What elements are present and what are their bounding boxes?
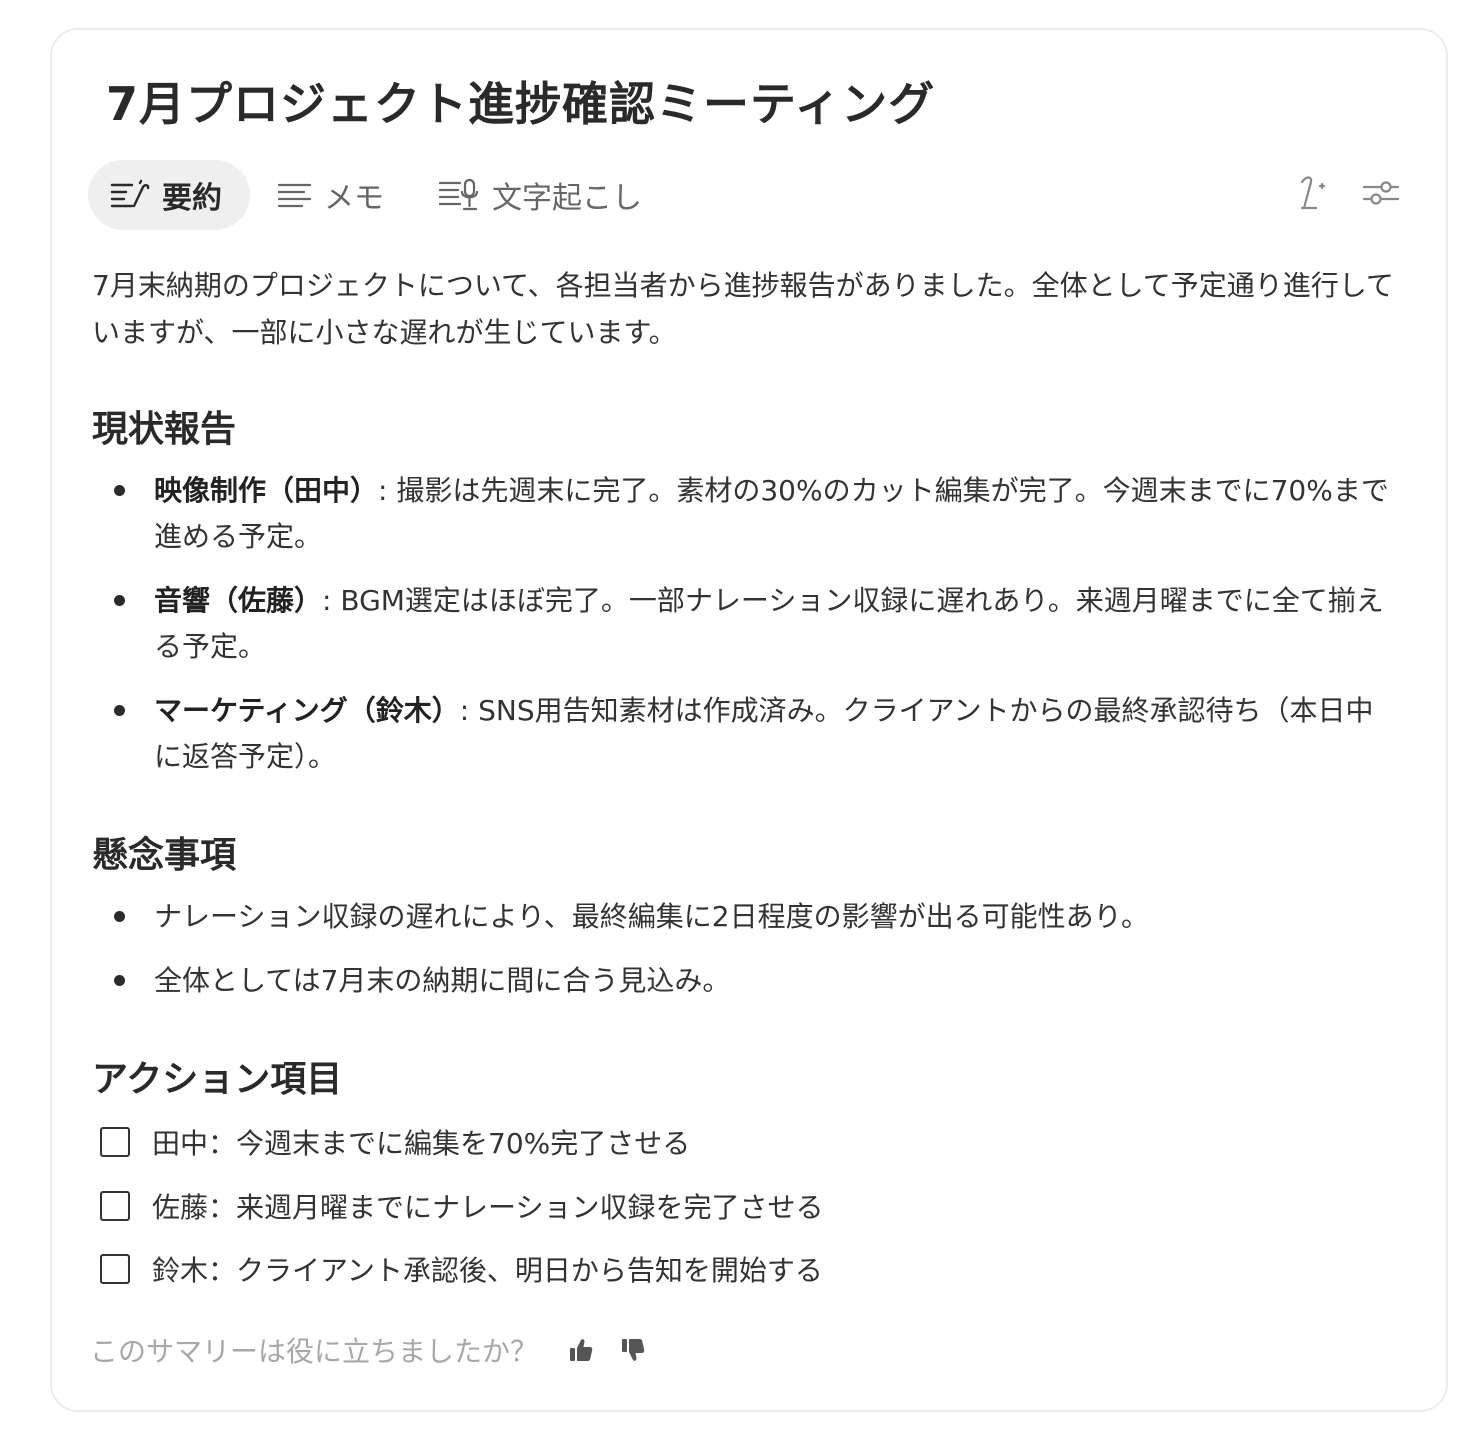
tab-memo-label: メモ xyxy=(324,181,384,216)
list-item: 映像制作（田中）: 撮影は先週末に完了。素材の30%のカット編集が完了。今週末ま… xyxy=(92,468,1392,560)
feedback-question: このサマリーは役に立ちましたか？ xyxy=(90,1335,539,1368)
list-item-text: : BGM選定はほぼ完了。一部ナレーション収録に遅れあり。来週月曜までに全て揃え… xyxy=(154,584,1384,663)
summary-card: 7月プロジェクト進捗確認ミーティング 要約 メモ 文字起こし 7月末納期のプロジ… xyxy=(50,28,1448,1412)
task-text: 鈴木：クライアント承認後、明日から告知を開始する xyxy=(152,1254,823,1287)
action-task: 佐藤：来週月曜までにナレーション収録を完了させる xyxy=(100,1186,823,1226)
lines-icon xyxy=(277,183,312,208)
list-item-label: 映像制作（田中） xyxy=(154,474,379,507)
status-list: 映像制作（田中）: 撮影は先週末に完了。素材の30%のカット編集が完了。今週末ま… xyxy=(92,468,1392,780)
transcript-mic-icon xyxy=(438,178,479,211)
page-title: 7月プロジェクト進捗確認ミーティング xyxy=(106,77,936,131)
tab-transcript[interactable]: 文字起こし xyxy=(416,160,670,230)
sliders-icon[interactable] xyxy=(1362,177,1400,209)
tab-memo[interactable]: メモ xyxy=(254,160,412,230)
list-item-label: 音響（佐藤） xyxy=(154,584,323,617)
concerns-list: ナレーション収録の遅れにより、最終編集に2日程度の影響が出る可能性あり。 全体と… xyxy=(92,894,1392,1004)
regenerate-pen-icon[interactable] xyxy=(1298,174,1332,212)
thumbs-down-icon[interactable] xyxy=(620,1337,646,1363)
action-task: 田中：今週末までに編集を70%完了させる xyxy=(100,1122,690,1162)
summary-pen-icon xyxy=(110,179,150,208)
section-heading-status: 現状報告 xyxy=(92,409,237,450)
action-task: 鈴木：クライアント承認後、明日から告知を開始する xyxy=(100,1249,823,1289)
tab-summary[interactable]: 要約 xyxy=(88,160,250,230)
thumbs-up-icon[interactable] xyxy=(568,1337,594,1363)
task-checkbox[interactable] xyxy=(100,1191,130,1221)
tab-summary-label: 要約 xyxy=(162,181,222,216)
list-item-label: マーケティング（鈴木） xyxy=(154,694,460,727)
feedback-bar: このサマリーは役に立ちましたか？ xyxy=(90,1330,646,1370)
list-item: 全体としては7月末の納期に間に合う見込み。 xyxy=(92,958,1392,1004)
section-heading-concerns: 懸念事項 xyxy=(92,835,237,876)
list-item: ナレーション収録の遅れにより、最終編集に2日程度の影響が出る可能性あり。 xyxy=(92,894,1392,940)
task-text: 田中：今週末までに編集を70%完了させる xyxy=(152,1127,691,1160)
task-checkbox[interactable] xyxy=(100,1254,130,1284)
view-tabs: 要約 メモ 文字起こし xyxy=(88,160,670,230)
list-item: 音響（佐藤）: BGM選定はほぼ完了。一部ナレーション収録に遅れあり。来週月曜ま… xyxy=(92,578,1392,670)
list-item: マーケティング（鈴木）: SNS用告知素材は作成済み。クライアントからの最終承認… xyxy=(92,688,1392,780)
summary-toolbar xyxy=(1298,174,1400,212)
task-checkbox[interactable] xyxy=(100,1127,130,1157)
summary-intro: 7月末納期のプロジェクトについて、各担当者から進捗報告がありました。全体として予… xyxy=(92,269,1394,349)
section-heading-actions: アクション項目 xyxy=(92,1059,343,1100)
tab-transcript-label: 文字起こし xyxy=(492,181,642,216)
task-text: 佐藤：来週月曜までにナレーション収録を完了させる xyxy=(152,1191,824,1224)
